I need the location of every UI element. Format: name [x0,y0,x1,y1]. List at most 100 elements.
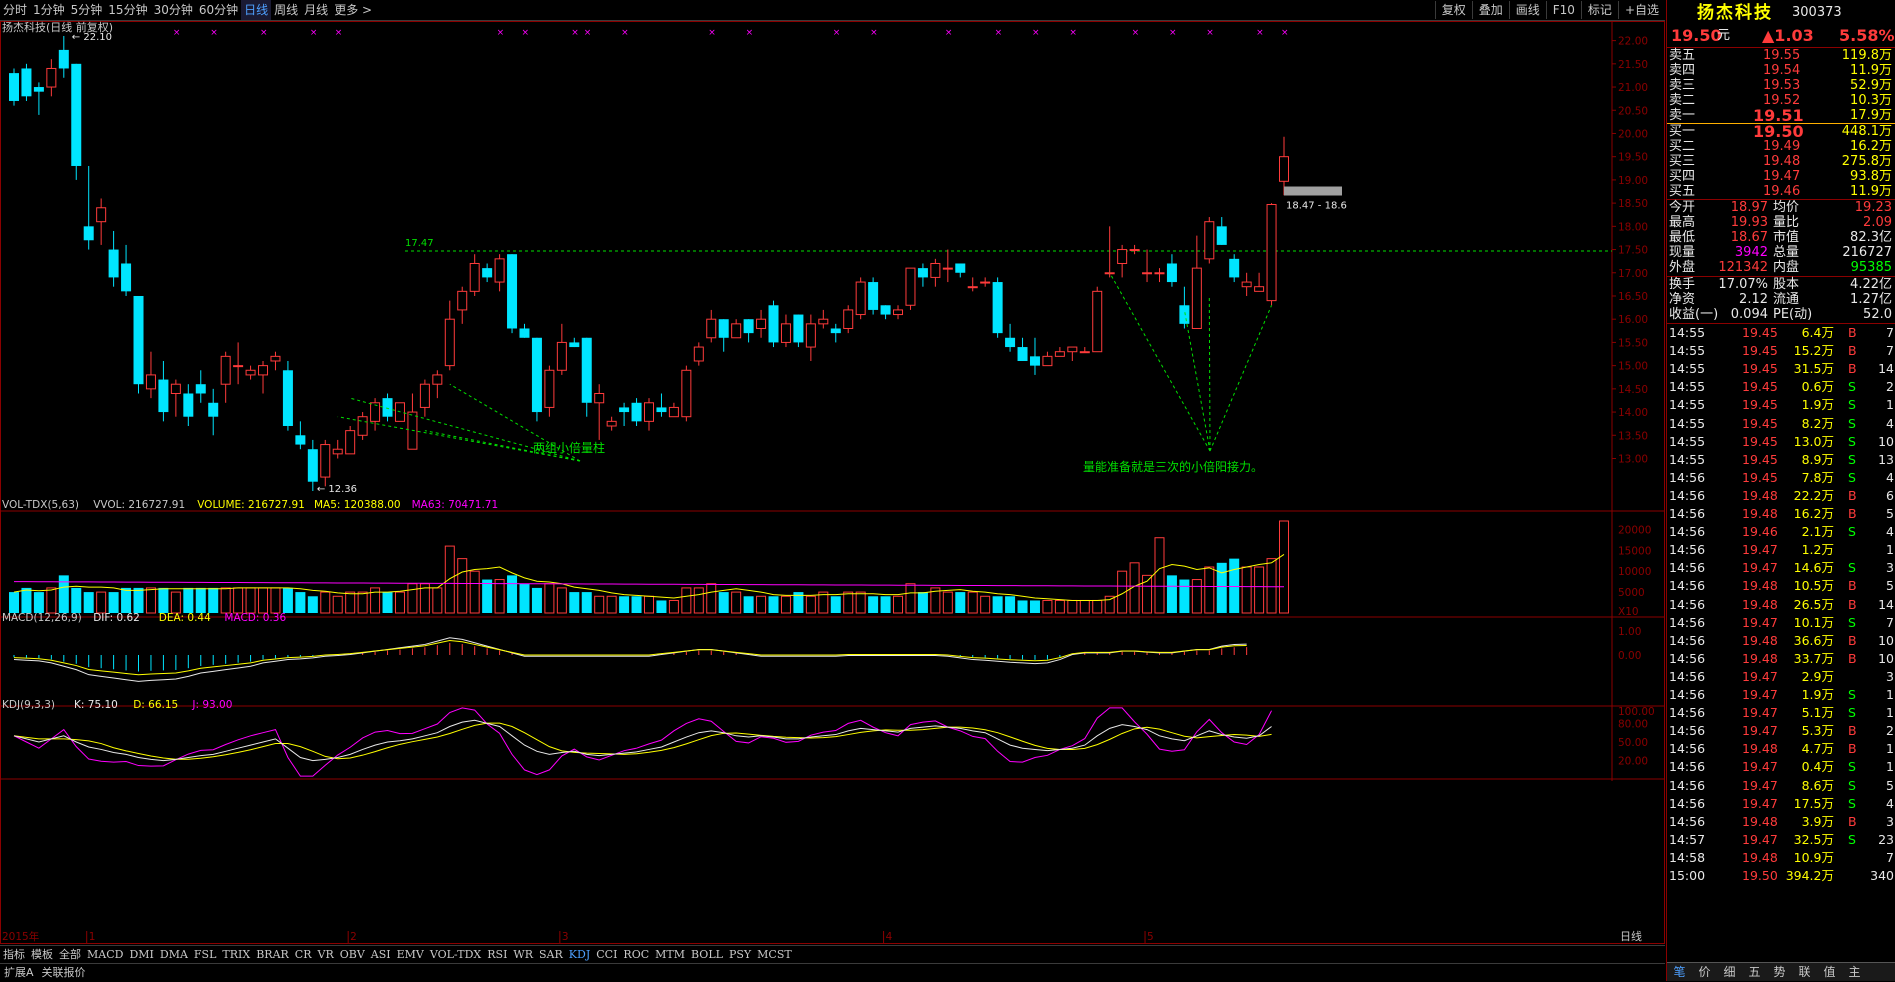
period-tab[interactable]: 60分钟 [196,0,241,20]
candle-body [1279,156,1289,182]
volume-bar [96,591,107,614]
indicator-tab[interactable]: DMI [126,946,156,964]
period-tab[interactable]: 15分钟 [105,0,150,20]
indicator-tab[interactable]: VR [315,946,337,964]
volume-bar [1104,595,1115,614]
bottom-bar-tab[interactable]: 扩展A [0,964,38,982]
annotation-line [1208,295,1211,452]
candle-body [71,63,82,166]
volume-bar [407,583,418,614]
indicator-tab[interactable]: 模板 [28,946,56,964]
candle-body [145,374,156,390]
period-tab[interactable]: 更多 > [331,0,375,20]
tick-side: B [1848,596,1857,612]
tick-count: 5 [1886,506,1894,521]
indicator-tab[interactable]: 指标 [0,946,28,964]
indicator-tab[interactable]: 全部 [56,946,84,964]
tick-volume: 8.2万 [1801,415,1834,431]
signal-marker: × [584,28,592,38]
indicator-tab[interactable]: CCI [593,946,620,964]
tick-volume: 8.6万 [1801,777,1834,793]
kline-chart[interactable]: 扬杰科技(日线 前复权)22.0021.5021.0020.5020.0019.… [0,21,1665,945]
candle-body [1254,286,1265,292]
indicator-tab[interactable]: VOL-TDX [427,946,484,964]
indicator-tab[interactable]: TRIX [219,946,253,964]
indicator-tab[interactable]: RSI [484,946,510,964]
indicator-tab[interactable]: CR [292,946,315,964]
indicator-tab[interactable]: SAR [536,946,566,964]
indicator-tab[interactable]: BRAR [253,946,292,964]
price-tick-label: 17.50 [1618,245,1648,257]
bid-row: 买三 19.48 275.8万 [1667,154,1895,169]
indicator-tab[interactable]: ROC [620,946,652,964]
tick-count: 10 [1878,650,1894,666]
candle-body [644,402,654,422]
price-change-pct: 5.58% [1839,26,1895,45]
indicator-tab[interactable]: BOLL [688,946,726,964]
panel-tab[interactable]: 联 [1792,963,1817,981]
price-tick-label: 20.00 [1618,128,1648,140]
period-tab[interactable]: 日线 [241,0,272,20]
panel-tab[interactable]: 主 [1842,963,1867,981]
toolbar-button[interactable]: 标记 [1580,1,1618,19]
period-tab[interactable]: 5分钟 [68,0,106,20]
panel-tab[interactable]: 价 [1692,963,1717,981]
volume-bar [880,596,891,613]
toolbar-button[interactable]: 画线 [1508,1,1546,19]
tick-side: S [1848,831,1856,847]
tick-time: 14:56 [1669,813,1706,829]
tick-price: 19.46 [1742,524,1778,540]
indicator-tab[interactable]: MACD [84,946,126,964]
period-tab[interactable]: 分时 [0,0,30,20]
toolbar-button[interactable]: F10 [1545,1,1581,19]
panel-tab[interactable]: 值 [1817,963,1842,981]
indicator-tab[interactable]: MTM [652,946,688,964]
toolbar-button[interactable]: 复权 [1434,1,1472,19]
signal-marker: × [497,28,505,38]
indicator-tab[interactable]: MCST [754,946,795,964]
volume-bar [170,591,181,614]
tick-count: 1 [1886,397,1894,413]
indicator-tab[interactable]: ASI [368,946,394,964]
volume-bar [1092,599,1103,614]
panel-tab[interactable]: 笔 [1667,963,1692,981]
tick-side: B [1848,487,1857,503]
stock-name: 扬杰科技 [1697,3,1773,23]
volume-bar [220,587,231,614]
tick-count: 7 [1886,325,1894,340]
kdj-header-item: KDJ(9,3,3) [2,699,55,711]
indicator-tab[interactable]: PSY [726,946,754,964]
panel-tab[interactable]: 五 [1742,963,1767,981]
panel-tab[interactable]: 细 [1717,963,1742,981]
bottom-bar-tab[interactable]: 关联报价 [38,964,90,982]
candle-body [656,407,667,413]
period-tab[interactable]: 1分钟 [30,0,68,20]
candle-body [220,355,231,385]
volume-bar [394,591,405,614]
indicator-tab[interactable]: OBV [337,946,368,964]
indicator-tab[interactable]: FSL [191,946,219,964]
volume-bar [656,600,667,613]
toolbar-button[interactable]: 叠加 [1471,1,1509,19]
toolbar-button[interactable]: +自选 [1617,1,1665,19]
volume-bar [868,596,879,613]
volume-bar [357,591,368,614]
tick-side: S [1848,687,1856,702]
price-tick-label: 16.00 [1618,314,1648,326]
period-tab[interactable]: 月线 [301,0,331,20]
stat-label: 量比 [1773,215,1800,230]
indicator-tab[interactable]: DMA [157,946,191,964]
indicator-tab[interactable]: WR [510,946,536,964]
tick-volume: 1.9万 [1801,397,1834,413]
tick-time: 14:56 [1669,795,1706,811]
indicator-tab[interactable]: KDJ [566,946,593,964]
stat-label: PE(动) [1773,307,1813,322]
volume-bar [307,596,318,613]
tick-count: 3 [1886,813,1894,829]
volume-bar [320,591,331,614]
period-tab[interactable]: 30分钟 [151,0,196,20]
indicator-tab[interactable]: EMV [394,946,427,964]
tick-price: 19.48 [1742,578,1778,594]
period-tab[interactable]: 周线 [271,0,301,20]
panel-tab[interactable]: 势 [1767,963,1792,981]
